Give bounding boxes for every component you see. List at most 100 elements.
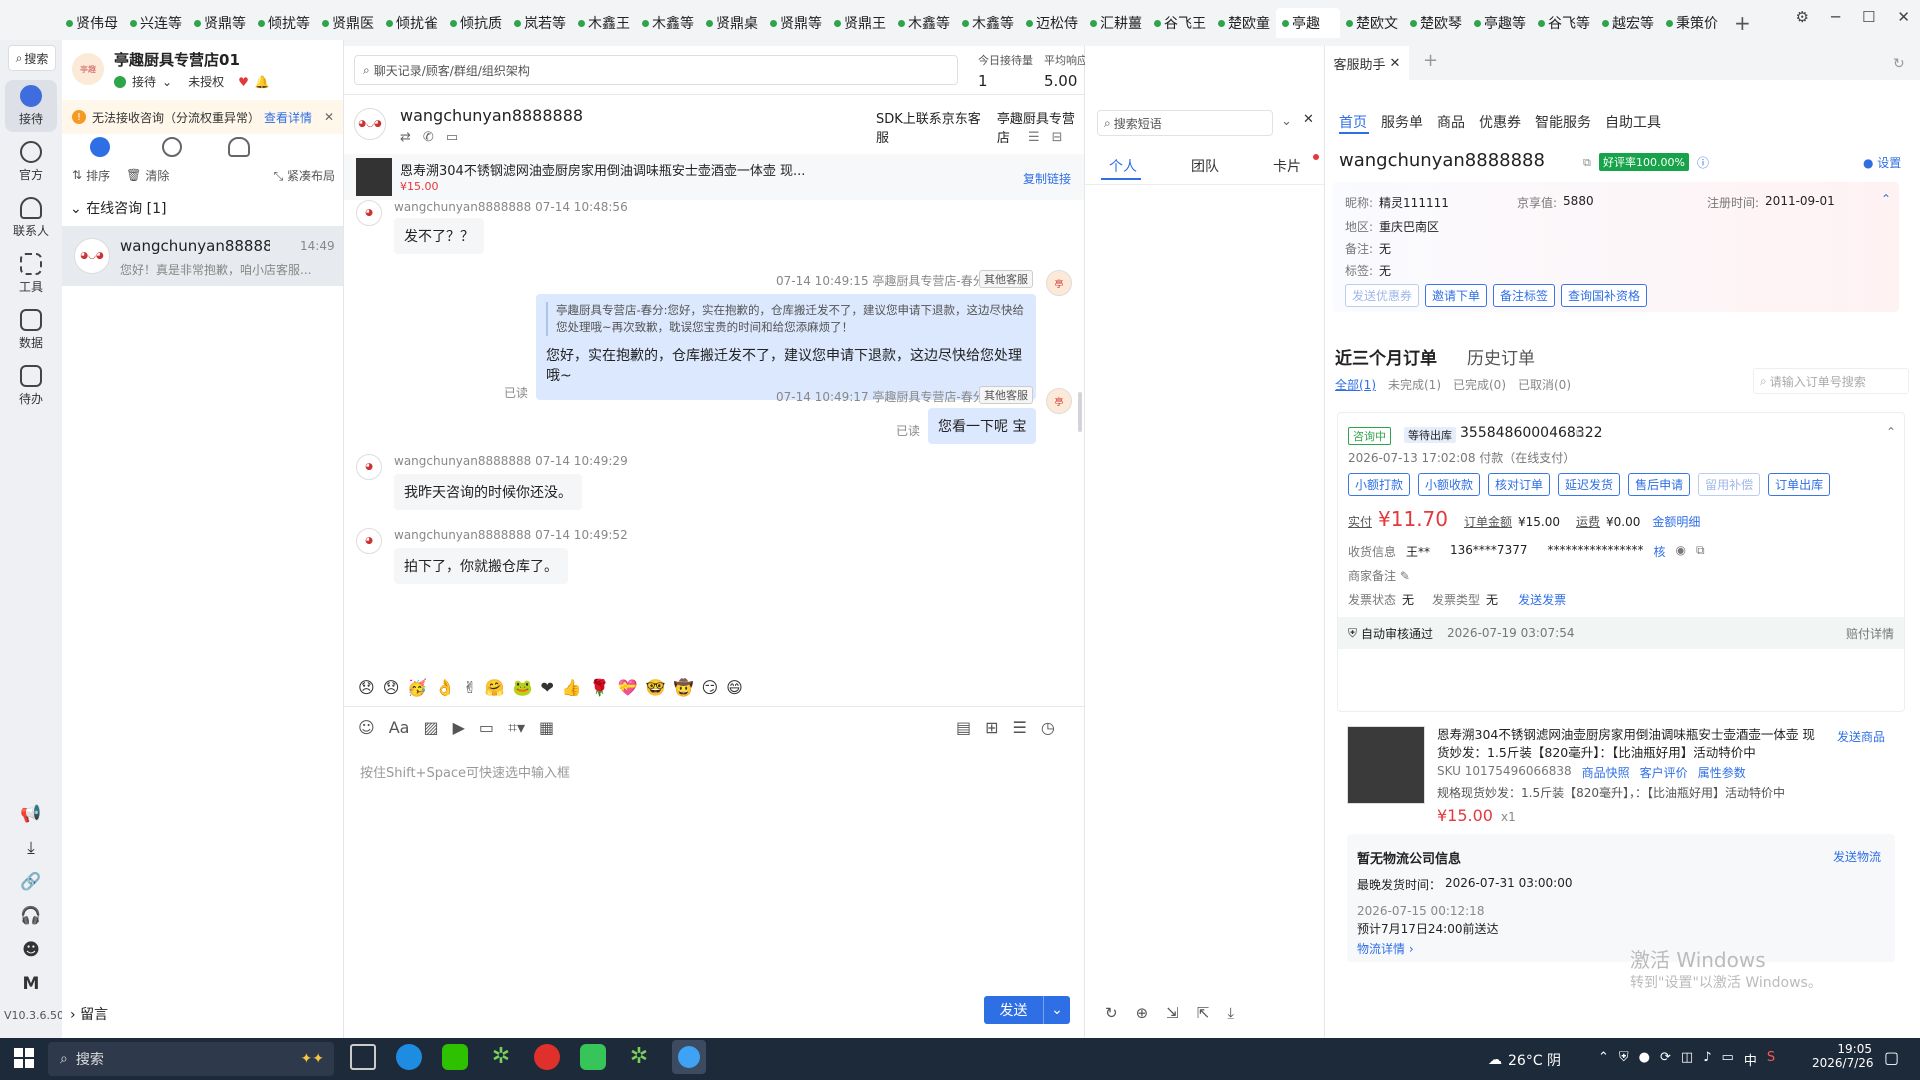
- app-chat-icon[interactable]: [580, 1044, 606, 1070]
- video-icon[interactable]: ▶: [453, 718, 465, 738]
- folder-icon[interactable]: ▭: [479, 718, 494, 738]
- collapse-icon[interactable]: ⌃: [1886, 425, 1896, 439]
- shop-tab[interactable]: 贤鼎桌: [700, 8, 764, 38]
- task-view-icon[interactable]: [350, 1044, 376, 1070]
- shop-tab[interactable]: 贤伟母: [60, 8, 124, 38]
- shop-tab[interactable]: 亭趣等: [1468, 8, 1532, 38]
- send-product-link[interactable]: 发送商品: [1837, 728, 1885, 745]
- clipboard-icon[interactable]: ▤: [956, 718, 971, 737]
- order-search-input[interactable]: ⌕ 请输入订单号搜索: [1753, 368, 1909, 394]
- send-logistics-link[interactable]: 发送物流: [1833, 848, 1881, 865]
- send-options-icon[interactable]: ⌄: [1044, 996, 1070, 1024]
- quick-emoji[interactable]: 🐸: [513, 678, 533, 697]
- warning-details-link[interactable]: 查看详情: [264, 109, 312, 126]
- order-action-button[interactable]: 核对订单: [1488, 473, 1551, 496]
- close-banner-icon[interactable]: ✕: [324, 110, 334, 124]
- app-star2-icon[interactable]: ✲: [626, 1044, 652, 1070]
- add-tab-icon[interactable]: +: [1734, 11, 1751, 35]
- shop-tab[interactable]: 越宏等: [1596, 8, 1660, 38]
- shop-tab[interactable]: 迈松侍: [1020, 8, 1084, 38]
- rail-item-todo[interactable]: 待办: [5, 360, 57, 412]
- quick-emoji[interactable]: 😞: [383, 678, 400, 697]
- shop-tab[interactable]: 贤鼎等: [188, 8, 252, 38]
- assistant-nav-item[interactable]: 智能服务: [1535, 112, 1591, 132]
- quick-emoji[interactable]: 🌹: [590, 678, 610, 697]
- quick-emoji[interactable]: 😄: [726, 678, 743, 697]
- display-icon[interactable]: ▭: [1722, 1050, 1734, 1069]
- order-icon[interactable]: ⊞: [985, 718, 998, 737]
- message-input[interactable]: 按住Shift+Space可快速选中输入框: [360, 762, 570, 781]
- network-icon[interactable]: ◫: [1681, 1050, 1693, 1069]
- rail-search-button[interactable]: ⌕ 搜索: [8, 45, 56, 71]
- invite-order-button[interactable]: 邀请下单: [1425, 284, 1488, 307]
- settings-link[interactable]: ● 设置: [1863, 154, 1901, 171]
- reception-status[interactable]: 接待: [132, 73, 156, 90]
- shop-tab[interactable]: 木鑫等: [636, 8, 700, 38]
- history-orders-tab[interactable]: 历史订单: [1467, 344, 1535, 369]
- chevron-up-icon[interactable]: ⌃: [1598, 1050, 1609, 1069]
- order-action-button[interactable]: 售后申请: [1628, 473, 1691, 496]
- copy-icon[interactable]: ⧉: [1583, 156, 1591, 170]
- import-icon[interactable]: ⇲: [1166, 1004, 1179, 1022]
- settings-icon[interactable]: ⚙: [1795, 8, 1808, 26]
- shield-icon[interactable]: ⛨: [1619, 1050, 1629, 1069]
- order-product-title[interactable]: 恩寿溯304不锈钢滤网油壶厨房家用倒油调味瓶安士壶酒壶一体壶 现货妙发：1.5斤…: [1437, 726, 1817, 762]
- app-star-icon[interactable]: ✲: [488, 1044, 514, 1070]
- filter-icon[interactable]: ⌄: [1281, 114, 1292, 129]
- note-icon[interactable]: ▭: [446, 130, 458, 145]
- note-tag-button[interactable]: 备注标签: [1493, 284, 1556, 307]
- shop-tab[interactable]: 谷飞王: [1148, 8, 1212, 38]
- add-icon[interactable]: ⊕: [1136, 1004, 1149, 1022]
- send-invoice-link[interactable]: 发送发票: [1518, 591, 1566, 608]
- online-group-header[interactable]: ⌄ 在线咨询 [1]: [70, 198, 166, 218]
- recent-orders-tab[interactable]: 近三个月订单: [1335, 344, 1437, 369]
- rail-item-data[interactable]: 数据: [5, 304, 57, 356]
- phrase-tab-personal[interactable]: 个人: [1109, 156, 1137, 176]
- chat-customer-name[interactable]: wangchunyan8888888: [400, 106, 583, 125]
- maximize-icon[interactable]: ☐: [1862, 8, 1875, 26]
- jd-service-app[interactable]: [672, 1040, 706, 1074]
- shop-tab[interactable]: 亭趣: [1276, 8, 1340, 38]
- shop-tab[interactable]: 谷飞等: [1532, 8, 1596, 38]
- review-link[interactable]: 客户评价: [1640, 764, 1688, 781]
- history-tab-icon[interactable]: [162, 137, 182, 157]
- shop-tab[interactable]: 秉策价: [1660, 8, 1724, 38]
- send-coupon-button[interactable]: 发送优惠券: [1345, 284, 1420, 307]
- sync-icon[interactable]: ⟳: [1660, 1050, 1671, 1069]
- transfer-icon[interactable]: ⇄: [400, 130, 411, 145]
- shop-tab[interactable]: 倾扰雀: [380, 8, 444, 38]
- emoji-icon[interactable]: ☺: [358, 718, 375, 738]
- assistant-nav-item[interactable]: 首页: [1339, 112, 1367, 132]
- shop-tab[interactable]: 楚欧童: [1212, 8, 1276, 38]
- order-filter[interactable]: 全部(1): [1335, 376, 1376, 393]
- shop-tab[interactable]: 倾扰等: [252, 8, 316, 38]
- subsidy-check-button[interactable]: 查询国补资格: [1561, 284, 1648, 307]
- quick-emoji[interactable]: 😞: [358, 678, 375, 697]
- phone-icon[interactable]: ✆: [423, 130, 434, 145]
- order-action-button[interactable]: 留用补偿: [1698, 473, 1761, 496]
- auth-status[interactable]: 未授权: [188, 73, 224, 90]
- copy-icon[interactable]: ⧉: [1576, 427, 1584, 441]
- shop-tab[interactable]: 贤鼎医: [316, 8, 380, 38]
- quick-emoji[interactable]: 🤗: [485, 678, 505, 697]
- speaker-icon[interactable]: ♪: [1703, 1050, 1711, 1069]
- rail-item-contacts[interactable]: 联系人: [5, 192, 57, 244]
- document-icon[interactable]: ☰: [1028, 130, 1040, 145]
- chat-tab-icon[interactable]: [90, 137, 110, 157]
- shop-tab[interactable]: 汇耕薑: [1084, 8, 1148, 38]
- compact-layout-button[interactable]: ⤡ 紧凑布局: [274, 167, 335, 184]
- sort-button[interactable]: 排序: [86, 167, 110, 184]
- phrase-tab-team[interactable]: 团队: [1191, 156, 1219, 176]
- info-icon[interactable]: ⓘ: [1697, 154, 1709, 171]
- quick-emoji[interactable]: 👌: [435, 678, 455, 697]
- message-board-item[interactable]: › 留言: [70, 1004, 108, 1024]
- rail-item-tools[interactable]: 工具: [5, 248, 57, 300]
- heart-icon[interactable]: ♥: [238, 75, 249, 89]
- shop-tab[interactable]: 兴连等: [124, 8, 188, 38]
- edit-icon[interactable]: ✎: [1400, 569, 1410, 583]
- attributes-link[interactable]: 属性参数: [1698, 764, 1746, 781]
- global-search-input[interactable]: ⌕ 聊天记录/顾客/群组/组织架构: [354, 55, 958, 85]
- download-icon[interactable]: ⤓: [1227, 1004, 1234, 1022]
- team-tab-icon[interactable]: [228, 137, 250, 157]
- amount-details-link[interactable]: 金额明细: [1652, 513, 1700, 530]
